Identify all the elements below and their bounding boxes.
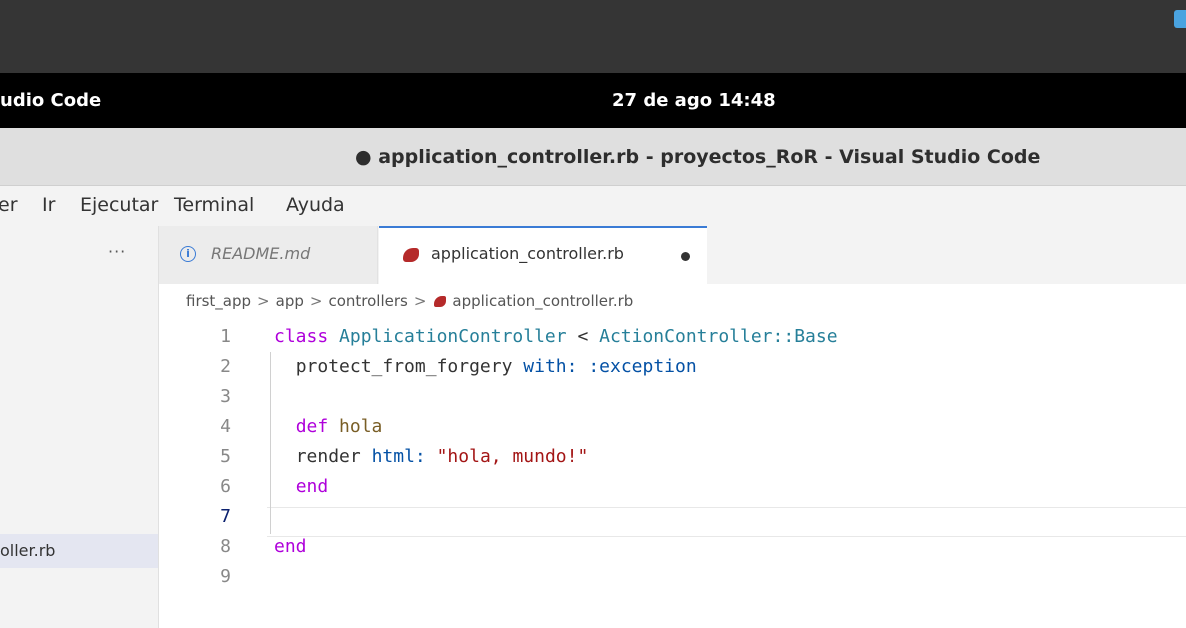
chevron-right-icon: > bbox=[257, 292, 270, 310]
breadcrumb-item[interactable]: first_app bbox=[186, 292, 251, 310]
tab-label: application_controller.rb bbox=[431, 244, 624, 263]
code-token: end bbox=[295, 476, 329, 497]
code-token: hola bbox=[339, 416, 383, 437]
code-token: ApplicationController bbox=[339, 326, 567, 347]
menu-item-terminal[interactable]: Terminal bbox=[174, 194, 254, 216]
top-strip bbox=[0, 0, 1186, 73]
line-code: end bbox=[274, 476, 329, 497]
chevron-right-icon: > bbox=[413, 292, 427, 310]
line-code: def hola bbox=[274, 416, 383, 437]
clock[interactable]: 27 de ago 14:48 bbox=[612, 90, 776, 111]
line-number: 4 bbox=[220, 416, 231, 437]
unsaved-dot-icon[interactable] bbox=[681, 252, 690, 261]
code-token: ActionController::Base bbox=[599, 326, 838, 347]
code-editor[interactable]: 1 class ApplicationController < ActionCon… bbox=[159, 318, 1186, 628]
line-code: end bbox=[274, 536, 307, 557]
code-token: protect_from_forgery bbox=[295, 356, 513, 377]
line-number: 6 bbox=[220, 476, 231, 497]
code-line[interactable]: 3 bbox=[159, 382, 1186, 412]
line-number: 7 bbox=[220, 506, 231, 527]
breadcrumb-item[interactable]: application_controller.rb bbox=[452, 292, 633, 310]
tab-label: README.md bbox=[211, 244, 311, 263]
code-line[interactable]: 4 def hola bbox=[159, 412, 1186, 442]
breadcrumb: first_app > app > controllers > application_co… bbox=[186, 292, 633, 314]
window-titlebar[interactable]: ● application_controller.rb - proyectos_… bbox=[0, 128, 1186, 186]
ruby-icon bbox=[434, 296, 447, 307]
code-line[interactable]: 1 class ApplicationController < ActionCon… bbox=[159, 322, 1186, 352]
line-code: render html: "hola, mundo!" bbox=[274, 446, 589, 467]
system-top-bar: udio Code 27 de ago 14:48 bbox=[0, 73, 1186, 128]
code-line[interactable]: 5 render html: "hola, mundo!" bbox=[159, 442, 1186, 472]
line-number: 1 bbox=[220, 326, 231, 347]
menu-item-go[interactable]: Ir bbox=[42, 194, 55, 216]
code-token: :exception bbox=[588, 356, 697, 377]
line-number: 5 bbox=[220, 446, 231, 467]
code-token: class bbox=[274, 326, 329, 347]
line-number: 3 bbox=[220, 386, 231, 407]
menu-item-view[interactable]: er bbox=[0, 194, 18, 216]
line-number: 9 bbox=[220, 566, 231, 587]
menu-bar: er Ir Ejecutar Terminal Ayuda bbox=[0, 186, 1186, 226]
menu-item-run[interactable]: Ejecutar bbox=[80, 194, 158, 216]
line-number: 8 bbox=[220, 536, 231, 557]
code-token: < bbox=[566, 326, 600, 347]
ruby-icon bbox=[403, 248, 419, 262]
code-token: with: bbox=[523, 356, 578, 377]
more-actions-icon[interactable]: ··· bbox=[108, 242, 126, 261]
code-line[interactable]: 7 bbox=[159, 502, 1186, 532]
explorer-sidebar: ··· oller.rb bbox=[0, 226, 159, 628]
line-code: class ApplicationController < ActionCont… bbox=[274, 326, 838, 347]
explorer-file-item[interactable]: oller.rb bbox=[0, 534, 158, 568]
window-title: ● application_controller.rb - proyectos_… bbox=[355, 146, 1041, 168]
code-token: end bbox=[274, 536, 307, 557]
code-token: render bbox=[295, 446, 361, 467]
info-icon: i bbox=[180, 246, 196, 262]
breadcrumb-item[interactable]: app bbox=[276, 292, 304, 310]
menu-item-help[interactable]: Ayuda bbox=[286, 194, 345, 216]
code-token: def bbox=[295, 416, 329, 437]
breadcrumb-item[interactable]: controllers bbox=[328, 292, 407, 310]
chevron-right-icon: > bbox=[309, 292, 323, 310]
code-line[interactable]: 2 protect_from_forgery with: :exception bbox=[159, 352, 1186, 382]
code-line[interactable]: 9 bbox=[159, 562, 1186, 592]
code-token: "hola, mundo!" bbox=[436, 446, 589, 467]
activities-app-name[interactable]: udio Code bbox=[0, 90, 101, 111]
line-number: 2 bbox=[220, 356, 231, 377]
code-token: html: bbox=[371, 446, 426, 467]
tab-application-controller[interactable]: application_controller.rb bbox=[379, 226, 707, 284]
tab-readme[interactable]: i README.md bbox=[159, 226, 378, 284]
explorer-file-label: oller.rb bbox=[0, 541, 56, 560]
notification-icon[interactable] bbox=[1174, 10, 1186, 28]
line-code: protect_from_forgery with: :exception bbox=[274, 356, 697, 377]
editor-tabs: i README.md application_controller.rb bbox=[159, 226, 1186, 284]
code-line[interactable]: 8 end bbox=[159, 532, 1186, 562]
code-line[interactable]: 6 end bbox=[159, 472, 1186, 502]
